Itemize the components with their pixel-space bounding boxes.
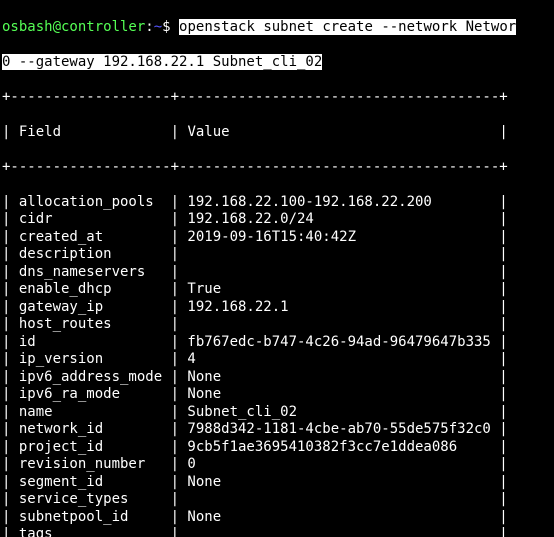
table-row: | subnetpool_id | None | bbox=[2, 509, 552, 527]
table-header-value: Value bbox=[187, 124, 229, 140]
prompt-user-host: osbash@controller bbox=[2, 19, 145, 35]
table-row: | ipv6_address_mode | None | bbox=[2, 369, 552, 387]
table-row: | dns_nameservers | | bbox=[2, 264, 552, 282]
typed-command-line-2: 0 --gateway 192.168.22.1 Subnet_cli_02 bbox=[2, 54, 322, 70]
typed-command-line-1: openstack subnet create --network Networ bbox=[179, 19, 516, 35]
table-row: | ip_version | 4 | bbox=[2, 351, 552, 369]
prompt-dollar: $ bbox=[162, 19, 179, 35]
table-row: | description | | bbox=[2, 246, 552, 264]
table-row: | segment_id | None | bbox=[2, 474, 552, 492]
table-row: | host_routes | | bbox=[2, 316, 552, 334]
table-row: | service_types | | bbox=[2, 491, 552, 509]
terminal-window[interactable]: osbash@controller:~$ openstack subnet cr… bbox=[0, 0, 554, 537]
table-body: | allocation_pools | 192.168.22.100-192.… bbox=[2, 194, 552, 537]
prompt-path: ~ bbox=[154, 19, 162, 35]
table-border-top: +-------------------+-------------------… bbox=[2, 89, 552, 107]
table-row: | id | fb767edc-b747-4c26-94ad-96479647b… bbox=[2, 334, 552, 352]
table-row: | gateway_ip | 192.168.22.1 | bbox=[2, 299, 552, 317]
table-border-mid: +-------------------+-------------------… bbox=[2, 159, 552, 177]
table-row: | created_at | 2019-09-16T15:40:42Z | bbox=[2, 229, 552, 247]
table-row: | project_id | 9cb5f1ae3695410382f3cc7e1… bbox=[2, 439, 552, 457]
table-row: | revision_number | 0 | bbox=[2, 456, 552, 474]
table-header-row: | Field | Value | bbox=[2, 124, 552, 142]
table-row: | allocation_pools | 192.168.22.100-192.… bbox=[2, 194, 552, 212]
table-row: | ipv6_ra_mode | None | bbox=[2, 386, 552, 404]
table-row: | tags | | bbox=[2, 526, 552, 537]
table-row: | cidr | 192.168.22.0/24 | bbox=[2, 211, 552, 229]
table-row: | network_id | 7988d342-1181-4cbe-ab70-5… bbox=[2, 421, 552, 439]
prompt-line-1: osbash@controller:~$ openstack subnet cr… bbox=[2, 19, 552, 37]
table-row: | name | Subnet_cli_02 | bbox=[2, 404, 552, 422]
table-header-field: Field bbox=[19, 124, 61, 140]
table-row: | enable_dhcp | True | bbox=[2, 281, 552, 299]
prompt-line-2: 0 --gateway 192.168.22.1 Subnet_cli_02 bbox=[2, 54, 552, 72]
prompt-colon: : bbox=[145, 19, 153, 35]
